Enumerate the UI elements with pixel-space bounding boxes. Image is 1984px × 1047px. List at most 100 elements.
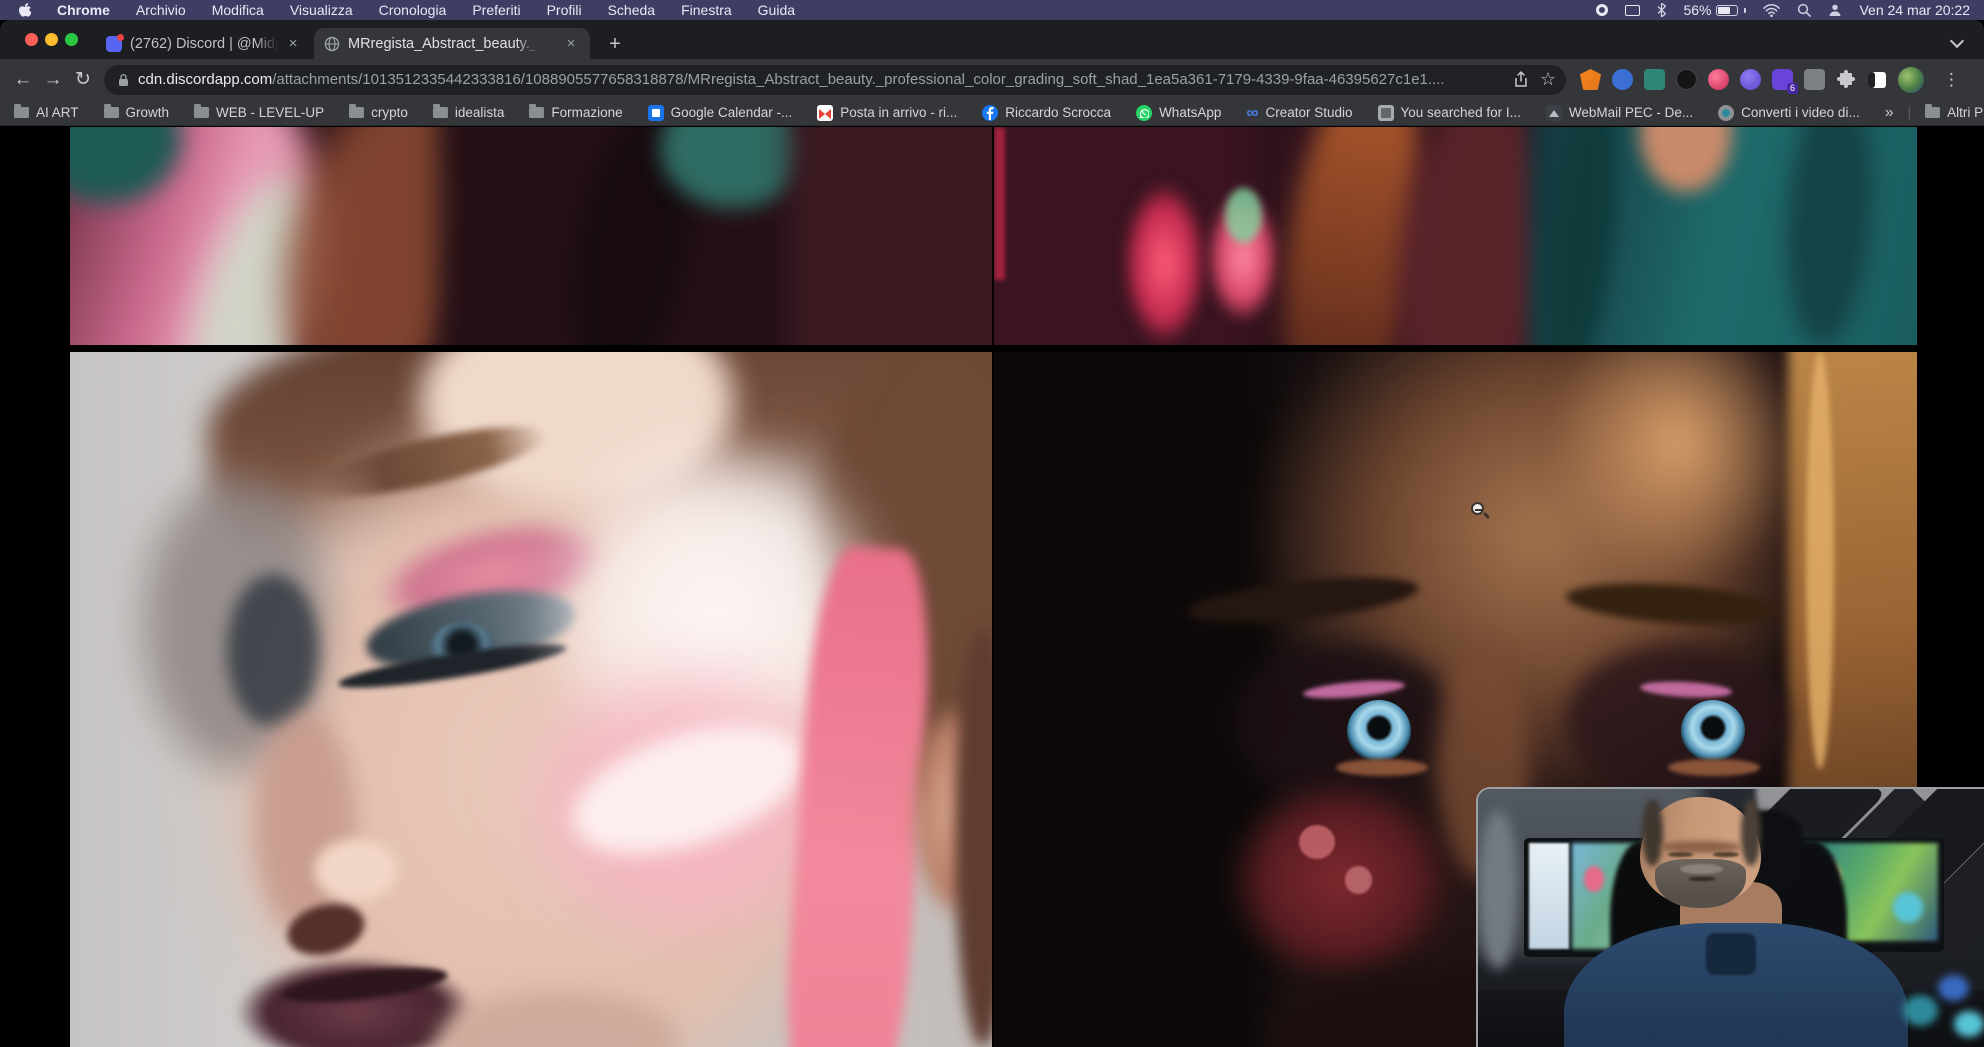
- profile-avatar[interactable]: [1898, 67, 1924, 93]
- record-status-icon[interactable]: [1596, 4, 1608, 16]
- menu-item-modifica[interactable]: Modifica: [212, 2, 264, 18]
- site-icon: [1546, 105, 1562, 121]
- menu-item-profili[interactable]: Profili: [547, 2, 582, 18]
- share-icon[interactable]: [1514, 71, 1528, 88]
- bookmark-label: Creator Studio: [1265, 105, 1352, 120]
- metamask-extension-icon[interactable]: [1580, 69, 1601, 90]
- globe-icon: [324, 36, 340, 52]
- url-host: cdn.discordapp.com: [138, 71, 272, 88]
- tab-close-icon[interactable]: ×: [562, 35, 580, 53]
- bookmark-label: Converti i video di...: [1741, 105, 1860, 120]
- url-path: /attachments/1013512335442333816/1088905…: [272, 71, 1444, 88]
- new-tab-button[interactable]: +: [602, 31, 628, 57]
- tab-attachment[interactable]: MRregista_Abstract_beauty._ ×: [314, 28, 590, 59]
- whatsapp-icon: [1136, 105, 1152, 121]
- tab-strip: (2762) Discord | @Midjourney × MRregista…: [0, 20, 1984, 59]
- black-circle-extension-icon[interactable]: [1676, 69, 1697, 90]
- bookmark-label: You searched for I...: [1401, 105, 1521, 120]
- menu-item-visualizza[interactable]: Visualizza: [290, 2, 353, 18]
- side-panel-icon[interactable]: [1867, 71, 1887, 89]
- divider: |: [1908, 105, 1912, 120]
- folder-icon: [1925, 107, 1940, 118]
- forward-button[interactable]: →: [38, 65, 68, 95]
- screen-mirroring-icon[interactable]: [1625, 5, 1640, 16]
- bookmark-gmail[interactable]: Posta in arrivo - ri...: [817, 105, 957, 121]
- bookmark-label: WEB - LEVEL-UP: [216, 105, 324, 120]
- bookmark-label: Formazione: [551, 105, 622, 120]
- bookmark-label: Riccardo Scrocca: [1005, 105, 1111, 120]
- extensions-puzzle-icon[interactable]: [1836, 70, 1856, 90]
- bookmark-crypto[interactable]: crypto: [349, 105, 408, 120]
- bookmark-you-searched[interactable]: You searched for I...: [1378, 105, 1521, 121]
- folder-icon: [104, 107, 119, 118]
- presenter-eye: [1713, 852, 1738, 857]
- bookmark-whatsapp[interactable]: WhatsApp: [1136, 105, 1221, 121]
- bookmark-idealista[interactable]: idealista: [433, 105, 505, 120]
- address-bar[interactable]: cdn.discordapp.com/attachments/101351233…: [104, 65, 1566, 95]
- attachment-image-portrait-pink[interactable]: [70, 352, 992, 1047]
- pink-key-extension-icon[interactable]: [1708, 69, 1729, 90]
- menu-item-finestra[interactable]: Finestra: [681, 2, 732, 18]
- menu-item-cronologia[interactable]: Cronologia: [379, 2, 447, 18]
- lock-icon[interactable]: [118, 73, 129, 87]
- chrome-menu-kebab-icon[interactable]: ⋮: [1935, 70, 1972, 90]
- menu-item-scheda[interactable]: Scheda: [608, 2, 655, 18]
- folder-icon: [433, 107, 448, 118]
- purple-extension-icon[interactable]: [1740, 69, 1761, 90]
- bookmark-formazione[interactable]: Formazione: [529, 105, 622, 120]
- tab-title: (2762) Discord | @Midjourney: [130, 36, 278, 52]
- site-icon: [1718, 105, 1734, 121]
- user-switch-icon[interactable]: [1828, 3, 1842, 17]
- page-content: [0, 127, 1984, 1047]
- facebook-icon: [982, 105, 998, 121]
- webcam-overlay: [1476, 787, 1984, 1047]
- apple-logo-icon[interactable]: [18, 3, 31, 18]
- reload-button[interactable]: ↻: [68, 65, 98, 95]
- bookmark-star-icon[interactable]: ☆: [1540, 69, 1556, 90]
- tab-close-icon[interactable]: ×: [286, 35, 300, 53]
- bookmark-growth[interactable]: Growth: [104, 105, 170, 120]
- bookmark-google-calendar[interactable]: Google Calendar -...: [648, 105, 793, 121]
- bookmarks-overflow-chevron[interactable]: »: [1885, 104, 1894, 122]
- teal-n-extension-icon[interactable]: [1644, 69, 1665, 90]
- menu-bar-clock[interactable]: Ven 24 mar 20:22: [1859, 2, 1970, 18]
- window-minimize-button[interactable]: [45, 33, 58, 46]
- window-zoom-button[interactable]: [65, 33, 78, 46]
- bookmark-label: idealista: [455, 105, 505, 120]
- back-button[interactable]: ←: [8, 65, 38, 95]
- bookmark-label: Google Calendar -...: [671, 105, 793, 120]
- bookmark-label: WhatsApp: [1159, 105, 1221, 120]
- shirt-collar: [1706, 933, 1757, 974]
- menu-item-archivio[interactable]: Archivio: [136, 2, 186, 18]
- bookmark-converti-video[interactable]: Converti i video di...: [1718, 105, 1860, 121]
- gray-extension-icon[interactable]: [1804, 69, 1825, 90]
- purple-badged-extension-icon[interactable]: 6: [1772, 69, 1793, 90]
- bookmark-creator-studio[interactable]: ∞ Creator Studio: [1246, 105, 1352, 121]
- tab-discord[interactable]: (2762) Discord | @Midjourney ×: [96, 28, 310, 59]
- search-icon[interactable]: [1797, 3, 1811, 17]
- blue-extension-icon[interactable]: [1612, 69, 1633, 90]
- meta-infinity-icon: ∞: [1246, 105, 1258, 121]
- tab-title: MRregista_Abstract_beauty._: [348, 36, 538, 52]
- bookmark-webmail-pec[interactable]: WebMail PEC - De...: [1546, 105, 1693, 121]
- folder-icon: [529, 107, 544, 118]
- attachment-image-top-right[interactable]: [994, 127, 1917, 345]
- bookmark-label: crypto: [371, 105, 408, 120]
- attachment-image-top-left[interactable]: [70, 127, 992, 345]
- tab-search-chevron-icon[interactable]: [1952, 36, 1962, 46]
- bookmark-label: Posta in arrivo - ri...: [840, 105, 957, 120]
- battery-indicator[interactable]: 56%: [1683, 2, 1746, 18]
- gmail-icon: [817, 105, 833, 121]
- bookmark-label: AI ART: [36, 105, 79, 120]
- bookmark-ai-art[interactable]: AI ART: [14, 105, 79, 120]
- bookmark-web-level-up[interactable]: WEB - LEVEL-UP: [194, 105, 324, 120]
- bookmark-facebook[interactable]: Riccardo Scrocca: [982, 105, 1111, 121]
- menu-item-guida[interactable]: Guida: [758, 2, 795, 18]
- window-close-button[interactable]: [25, 33, 38, 46]
- wifi-icon[interactable]: [1763, 4, 1780, 17]
- bluetooth-icon[interactable]: [1657, 3, 1666, 17]
- menu-item-preferiti[interactable]: Preferiti: [472, 2, 520, 18]
- menu-item-chrome[interactable]: Chrome: [57, 2, 110, 18]
- zoom-out-cursor-icon: [1471, 502, 1487, 518]
- other-bookmarks-folder[interactable]: Altri Preferiti: [1925, 105, 1984, 120]
